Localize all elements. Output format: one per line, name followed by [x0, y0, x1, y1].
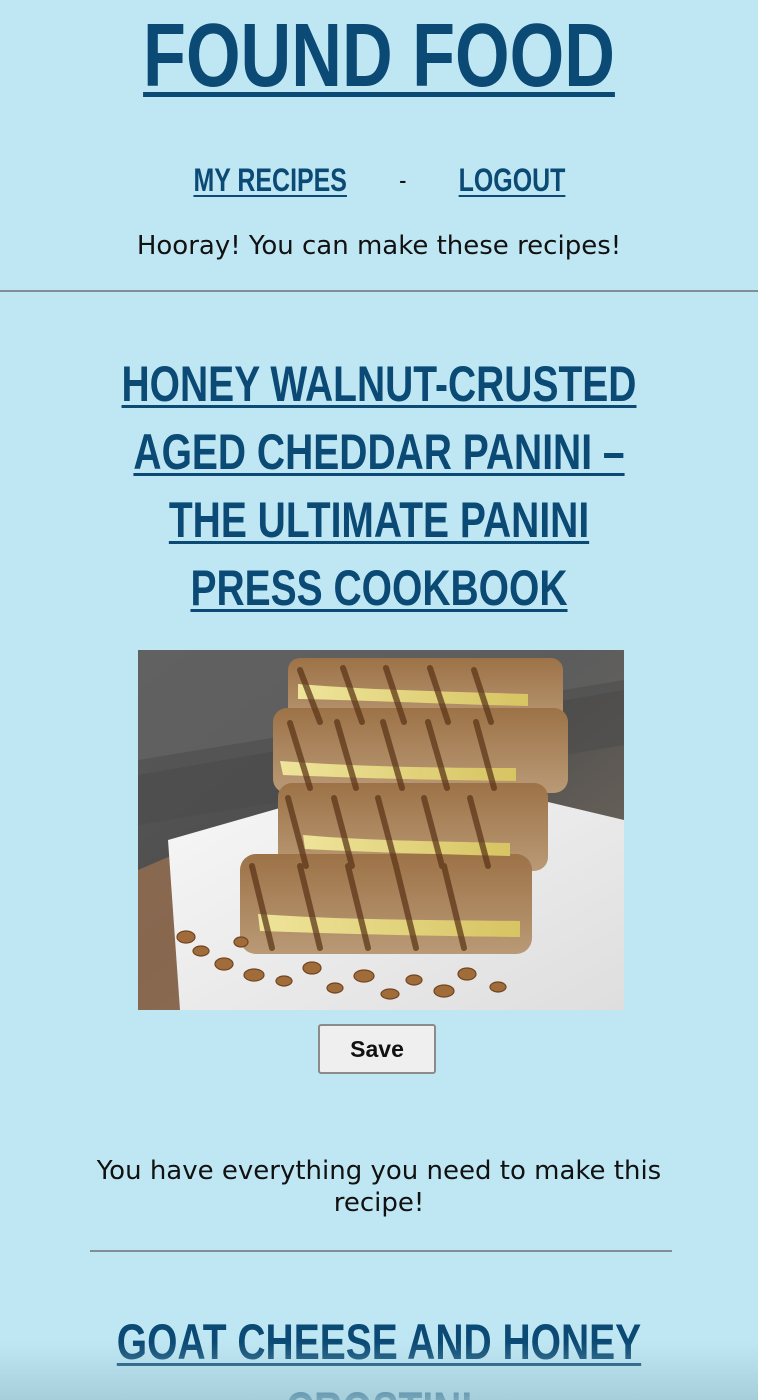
recipe-divider [90, 1250, 672, 1252]
recipe-image [138, 650, 624, 1010]
save-button[interactable]: Save [318, 1024, 436, 1074]
top-navigation-links: MY RECIPES - LOGOUT [193, 158, 565, 205]
recipe-title-wrapper: HONEY WALNUT-CRUSTED AGED CHEDDAR PANINI… [98, 350, 660, 622]
site-title: FOUND FOOD [83, 6, 674, 106]
recipe-title: HONEY WALNUT-CRUSTED AGED CHEDDAR PANINI… [0, 350, 758, 622]
page: FOUND FOOD MY RECIPES - LOGOUT Hooray! Y… [0, 0, 758, 1400]
panini-image-illustration [138, 650, 624, 1010]
recipe-title-link[interactable]: HONEY WALNUT-CRUSTED AGED CHEDDAR PANINI… [122, 356, 637, 616]
header-divider [0, 290, 758, 292]
recipe-status-message: You have everything you need to make thi… [96, 1156, 662, 1218]
site-title-link[interactable]: FOUND FOOD [143, 6, 615, 106]
results-tagline: Hooray! You can make these recipes! [136, 231, 622, 261]
nav-separator: - [398, 166, 407, 196]
my-recipes-link[interactable]: MY RECIPES [193, 162, 347, 198]
logout-link[interactable]: LOGOUT [458, 162, 565, 198]
top-navigation: MY RECIPES - LOGOUT [0, 158, 758, 205]
bottom-fade-overlay [0, 1342, 758, 1400]
